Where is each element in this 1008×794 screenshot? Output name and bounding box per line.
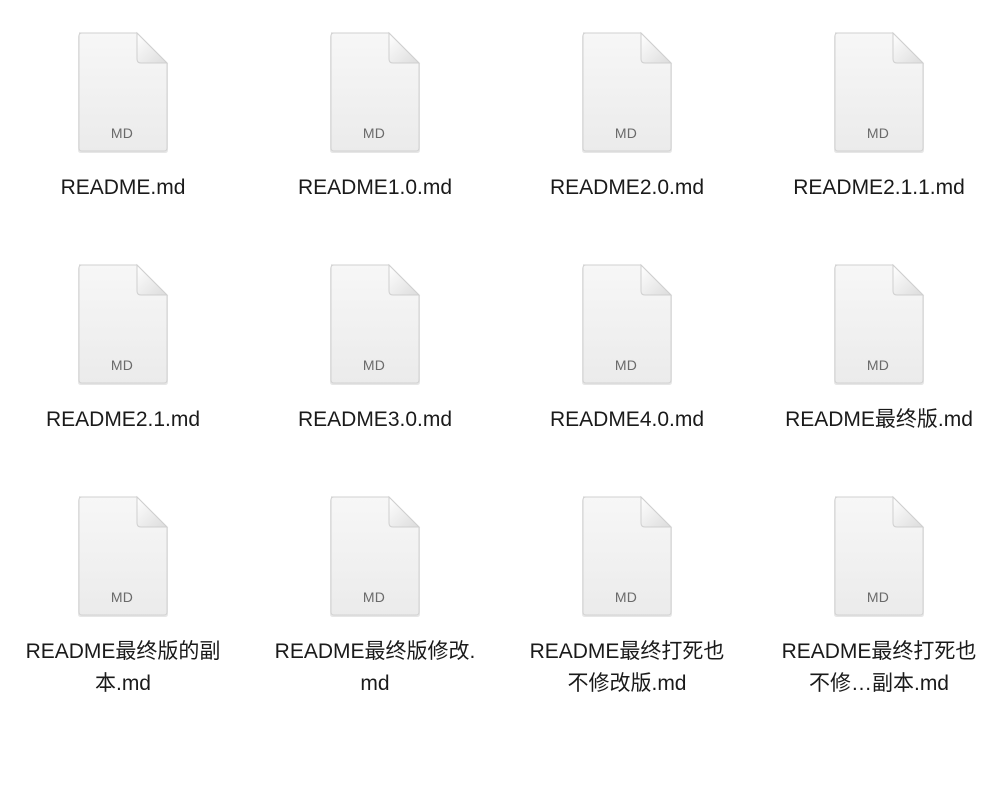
file-name-label[interactable]: README2.1.md — [18, 404, 228, 436]
markdown-file-icon[interactable]: MD — [831, 30, 927, 154]
file-name-label[interactable]: README最终版的副本.md — [18, 636, 228, 700]
file-extension-label: MD — [866, 357, 890, 373]
file-item[interactable]: MD README最终打死也不修改版.md — [507, 494, 747, 726]
markdown-file-icon[interactable]: MD — [327, 494, 423, 618]
file-name-label[interactable]: README3.0.md — [270, 404, 480, 436]
markdown-file-icon[interactable]: MD — [327, 30, 423, 154]
file-item[interactable]: MD README最终打死也不修…副本.md — [759, 494, 999, 726]
file-extension-label: MD — [866, 589, 890, 605]
file-item[interactable]: MD README最终版.md — [759, 262, 999, 494]
markdown-file-icon[interactable]: MD — [579, 262, 675, 386]
file-extension-label: MD — [362, 589, 386, 605]
file-item[interactable]: MD README.md — [3, 30, 243, 262]
file-name-label[interactable]: README最终打死也不修改版.md — [522, 636, 732, 700]
file-extension-label: MD — [110, 589, 134, 605]
markdown-file-icon[interactable]: MD — [831, 494, 927, 618]
file-name-label[interactable]: README.md — [18, 172, 228, 204]
file-name-label[interactable]: README1.0.md — [270, 172, 480, 204]
file-extension-label: MD — [866, 125, 890, 141]
file-item[interactable]: MD README2.0.md — [507, 30, 747, 262]
markdown-file-icon[interactable]: MD — [75, 262, 171, 386]
file-extension-label: MD — [614, 589, 638, 605]
file-extension-label: MD — [614, 125, 638, 141]
file-name-label[interactable]: README最终版.md — [774, 404, 984, 436]
markdown-file-icon[interactable]: MD — [579, 30, 675, 154]
file-extension-label: MD — [362, 357, 386, 373]
file-name-label[interactable]: README2.0.md — [522, 172, 732, 204]
file-extension-label: MD — [110, 125, 134, 141]
markdown-file-icon[interactable]: MD — [831, 262, 927, 386]
file-name-label[interactable]: README最终版修改.md — [270, 636, 480, 700]
file-item[interactable]: MD README2.1.md — [3, 262, 243, 494]
file-name-label[interactable]: README最终打死也不修…副本.md — [774, 636, 984, 700]
markdown-file-icon[interactable]: MD — [327, 262, 423, 386]
file-extension-label: MD — [614, 357, 638, 373]
file-item[interactable]: MD README最终版的副本.md — [3, 494, 243, 726]
file-name-label[interactable]: README4.0.md — [522, 404, 732, 436]
file-item[interactable]: MD README3.0.md — [255, 262, 495, 494]
file-name-label[interactable]: README2.1.1.md — [774, 172, 984, 204]
file-item[interactable]: MD README4.0.md — [507, 262, 747, 494]
file-item[interactable]: MD README2.1.1.md — [759, 30, 999, 262]
file-item[interactable]: MD README1.0.md — [255, 30, 495, 262]
file-extension-label: MD — [110, 357, 134, 373]
markdown-file-icon[interactable]: MD — [75, 494, 171, 618]
file-extension-label: MD — [362, 125, 386, 141]
markdown-file-icon[interactable]: MD — [579, 494, 675, 618]
markdown-file-icon[interactable]: MD — [75, 30, 171, 154]
file-item[interactable]: MD README最终版修改.md — [255, 494, 495, 726]
